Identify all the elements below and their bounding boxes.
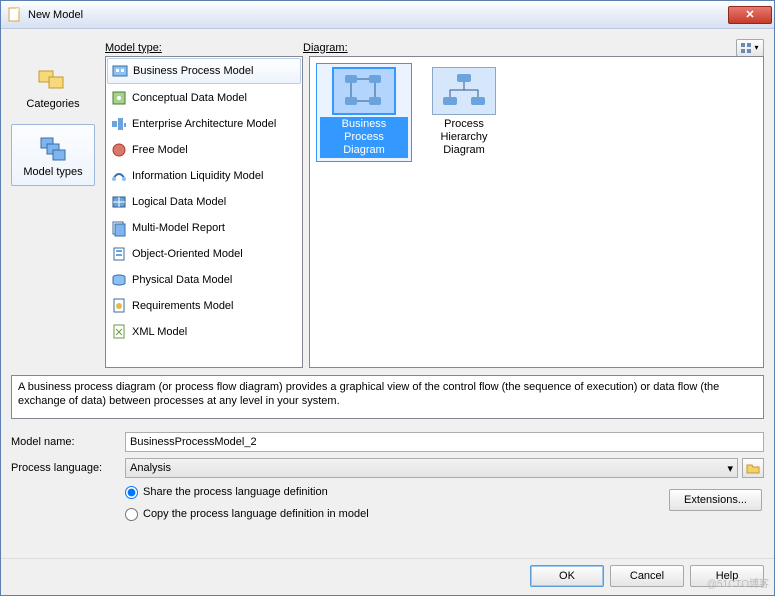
model-type-item[interactable]: Business Process Model bbox=[107, 58, 301, 84]
window-title: New Model bbox=[28, 9, 728, 21]
diagram-header: Diagram: bbox=[303, 42, 348, 54]
app-icon bbox=[7, 7, 23, 23]
sidebar-item-model-types[interactable]: Model types bbox=[11, 124, 95, 186]
cancel-button[interactable]: Cancel bbox=[610, 565, 684, 587]
chevron-down-icon: ▾ bbox=[754, 43, 758, 52]
sidebar-label: Model types bbox=[23, 166, 82, 178]
close-button[interactable]: ✕ bbox=[728, 6, 772, 24]
sidebar-label: Categories bbox=[26, 98, 79, 110]
description-box: A business process diagram (or process f… bbox=[11, 375, 764, 419]
diagram-caption: Process Hierarchy Diagram bbox=[420, 117, 508, 158]
help-button[interactable]: Help bbox=[690, 565, 764, 587]
diagram-item[interactable]: Process Hierarchy Diagram bbox=[416, 63, 512, 162]
model-type-item[interactable]: Object-Oriented Model bbox=[106, 241, 302, 267]
diagram-thumb bbox=[332, 67, 396, 115]
model-type-item[interactable]: XML Model bbox=[106, 319, 302, 345]
view-mode-button[interactable]: ▾ bbox=[736, 39, 764, 57]
diagram-thumb bbox=[432, 67, 496, 115]
model-type-item[interactable]: Information Liquidity Model bbox=[106, 163, 302, 189]
model-type-item[interactable]: Multi-Model Report bbox=[106, 215, 302, 241]
category-sidebar: Categories Model types bbox=[11, 39, 101, 369]
diagram-caption: Business Process Diagram bbox=[320, 117, 408, 158]
process-language-label: Process language: bbox=[11, 462, 121, 474]
model-type-item[interactable]: Logical Data Model bbox=[106, 189, 302, 215]
column-headers: Model type: Diagram: ▾ bbox=[105, 39, 764, 56]
sidebar-item-categories[interactable]: Categories bbox=[11, 56, 95, 118]
diagram-item[interactable]: Business Process Diagram bbox=[316, 63, 412, 162]
model-name-label: Model name: bbox=[11, 436, 121, 448]
model-type-item[interactable]: Conceptual Data Model bbox=[106, 85, 302, 111]
extensions-button[interactable]: Extensions... bbox=[669, 489, 762, 511]
model-type-item[interactable]: Enterprise Architecture Model bbox=[106, 111, 302, 137]
model-type-item[interactable]: Requirements Model bbox=[106, 293, 302, 319]
ok-button[interactable]: OK bbox=[530, 565, 604, 587]
model-type-header: Model type: bbox=[105, 42, 162, 54]
model-type-list[interactable]: Business Process Model Conceptual Data M… bbox=[105, 56, 303, 368]
model-type-item[interactable]: Physical Data Model bbox=[106, 267, 302, 293]
diagram-list[interactable]: Business Process Diagram Process Hierarc… bbox=[309, 56, 764, 368]
title-bar: New Model ✕ bbox=[1, 1, 774, 29]
dialog-button-bar: OK Cancel Help bbox=[1, 558, 774, 595]
process-language-select[interactable]: Analysis ▾ bbox=[125, 458, 738, 478]
model-name-input[interactable] bbox=[125, 432, 764, 452]
model-type-item[interactable]: Free Model bbox=[106, 137, 302, 163]
chevron-down-icon: ▾ bbox=[727, 462, 733, 475]
browse-folder-button[interactable] bbox=[742, 458, 764, 478]
